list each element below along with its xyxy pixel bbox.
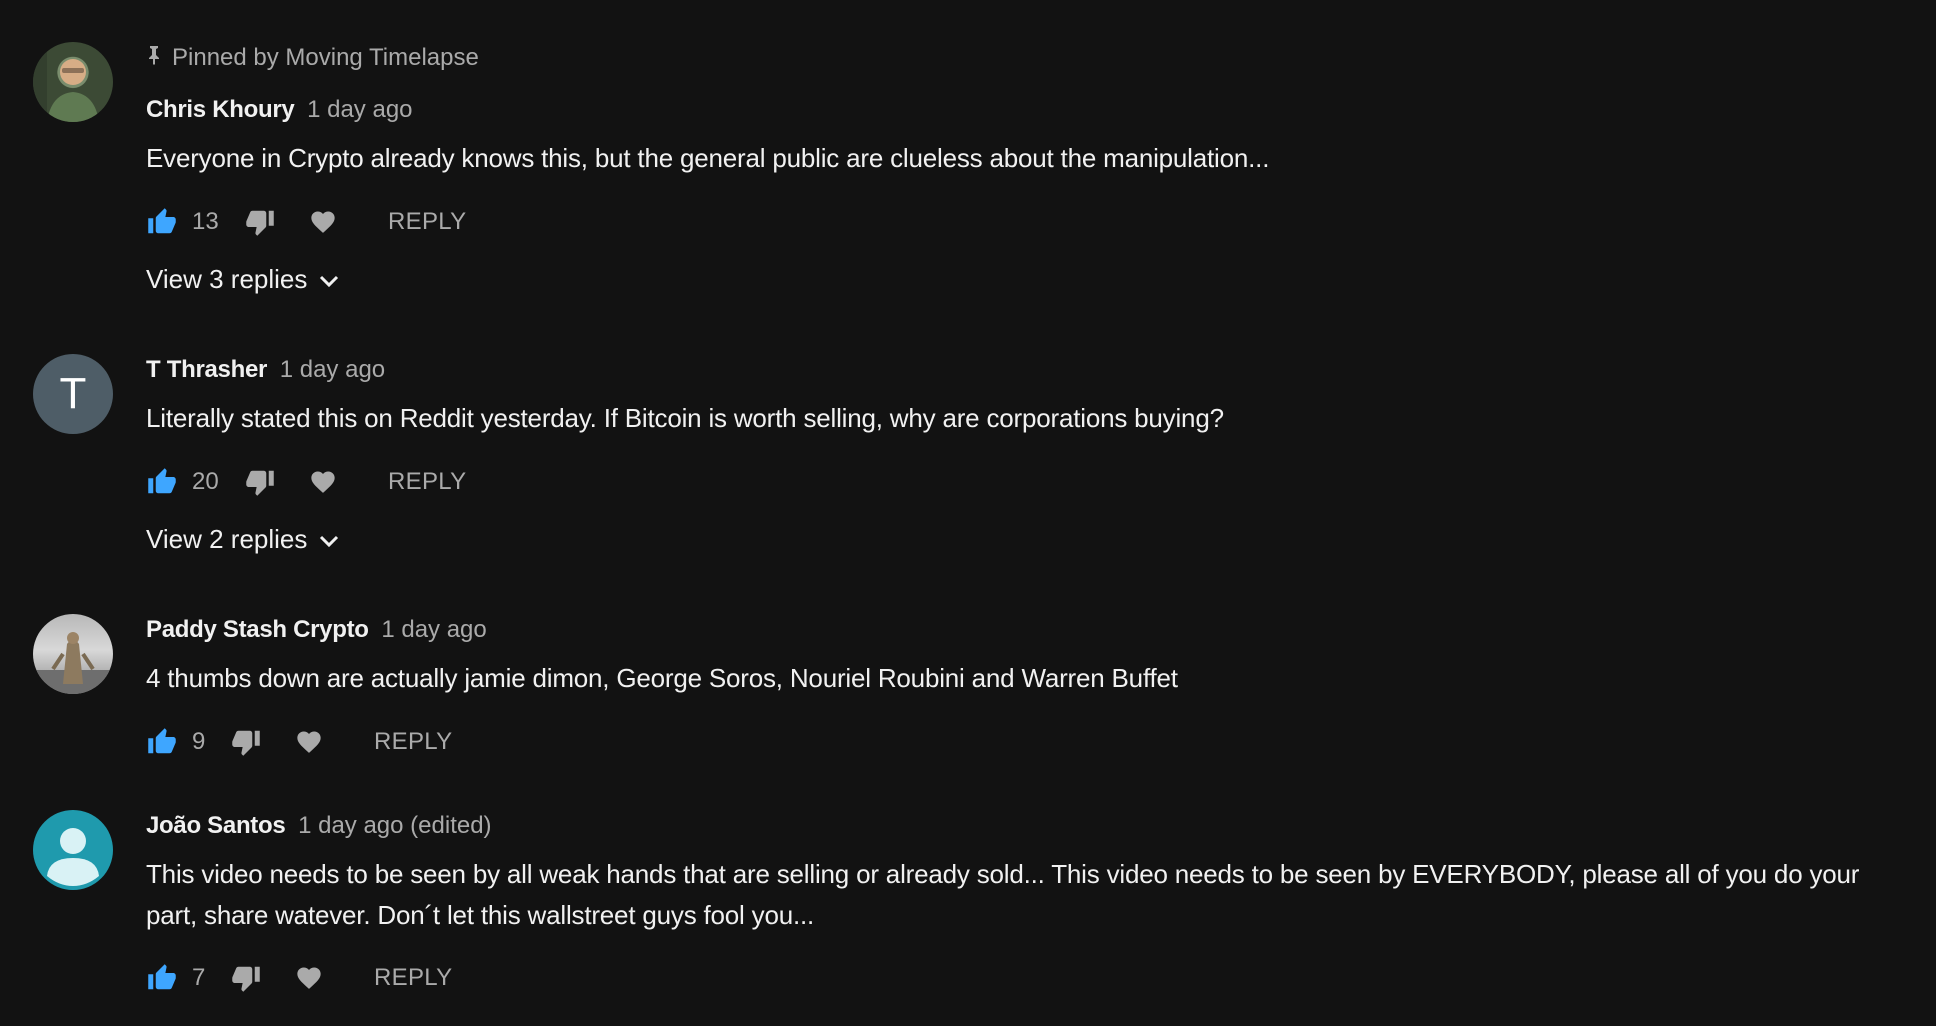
- view-replies-label: View 2 replies: [146, 524, 308, 554]
- avatar-photo: [33, 632, 113, 694]
- comment-actions: 13 REPLY: [146, 202, 466, 242]
- comment-header: Paddy Stash Crypto 1 day ago: [146, 616, 487, 644]
- thumbs-up-icon[interactable]: [146, 963, 178, 993]
- comment-header: João Santos 1 day ago (edited): [146, 812, 492, 840]
- avatar-photo: [33, 42, 99, 122]
- comment-text: This video needs to be seen by all weak …: [146, 859, 1860, 930]
- comment-time[interactable]: 1 day ago: [307, 96, 412, 123]
- author-name[interactable]: Chris Khoury: [146, 96, 295, 123]
- reply-button[interactable]: REPLY: [388, 468, 466, 496]
- thumbs-down-icon[interactable]: [244, 467, 276, 497]
- author-name[interactable]: Paddy Stash Crypto: [146, 616, 369, 643]
- heart-icon[interactable]: [294, 728, 324, 756]
- heart-icon[interactable]: [308, 468, 338, 496]
- avatar-letter: T: [59, 369, 87, 418]
- author-name[interactable]: João Santos: [146, 812, 286, 839]
- comment-text: Literally stated this on Reddit yesterda…: [146, 403, 1224, 433]
- comment-header: Chris Khoury 1 day ago: [146, 96, 413, 124]
- comment-actions: 9 REPLY: [146, 722, 452, 762]
- comment-actions: 7 REPLY: [146, 958, 452, 998]
- thumbs-down-icon[interactable]: [230, 727, 262, 757]
- pinned-badge: Pinned by Moving Timelapse: [146, 44, 479, 72]
- avatar[interactable]: [33, 614, 113, 694]
- pin-icon: [146, 44, 162, 72]
- heart-icon[interactable]: [294, 964, 324, 992]
- view-replies-button[interactable]: View 3 replies: [146, 264, 339, 295]
- pinned-label: Pinned by Moving Timelapse: [172, 44, 479, 71]
- avatar[interactable]: T: [33, 354, 113, 434]
- view-replies-button[interactable]: View 2 replies: [146, 524, 339, 555]
- chevron-down-icon: [319, 524, 339, 555]
- reply-button[interactable]: REPLY: [374, 728, 452, 756]
- heart-icon[interactable]: [308, 208, 338, 236]
- like-count: 9: [192, 728, 206, 755]
- thumbs-up-icon[interactable]: [146, 727, 178, 757]
- thumbs-down-icon[interactable]: [230, 963, 262, 993]
- like-count: 7: [192, 964, 206, 991]
- comment-text: Everyone in Crypto already knows this, b…: [146, 143, 1270, 173]
- like-count: 20: [192, 468, 219, 495]
- view-replies-label: View 3 replies: [146, 264, 308, 294]
- reply-button[interactable]: REPLY: [374, 964, 452, 992]
- comment-time[interactable]: 1 day ago (edited): [298, 812, 491, 839]
- comment-time[interactable]: 1 day ago: [381, 616, 486, 643]
- comments-section: Pinned by Moving Timelapse Chris Khoury …: [0, 0, 1936, 1026]
- chevron-down-icon: [319, 264, 339, 295]
- thumbs-up-icon[interactable]: [146, 207, 178, 237]
- comment-text: 4 thumbs down are actually jamie dimon, …: [146, 663, 1178, 693]
- comment-time[interactable]: 1 day ago: [280, 356, 385, 383]
- comment-actions: 20 REPLY: [146, 462, 466, 502]
- thumbs-up-icon[interactable]: [146, 467, 178, 497]
- reply-button[interactable]: REPLY: [388, 208, 466, 236]
- like-count: 13: [192, 208, 219, 235]
- comment-header: T Thrasher 1 day ago: [146, 356, 385, 384]
- author-name[interactable]: T Thrasher: [146, 356, 267, 383]
- default-person-icon: [47, 828, 99, 886]
- thumbs-down-icon[interactable]: [244, 207, 276, 237]
- avatar[interactable]: [33, 810, 113, 890]
- avatar[interactable]: [33, 42, 113, 122]
